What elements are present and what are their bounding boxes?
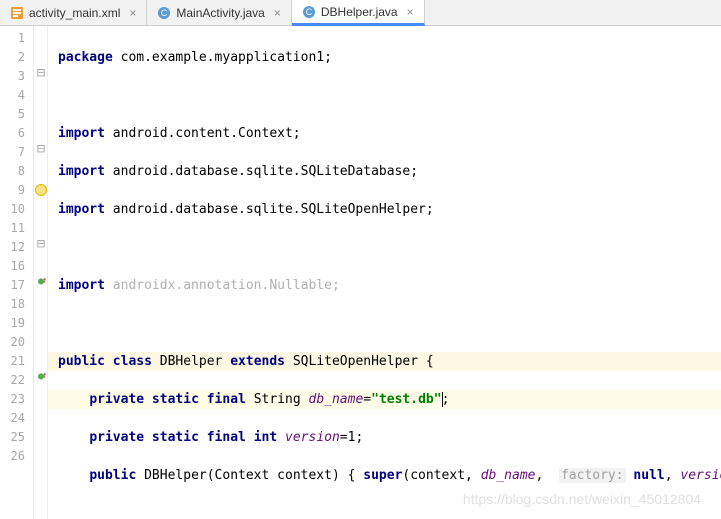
override-icon[interactable]: ●↑ xyxy=(35,276,47,288)
tab-label: DBHelper.java xyxy=(321,5,398,19)
java-class-icon: C xyxy=(157,6,171,20)
close-icon[interactable]: × xyxy=(407,5,414,19)
fold-icon[interactable]: ⊟ xyxy=(35,143,47,155)
tab-label: activity_main.xml xyxy=(29,6,120,20)
svg-text:C: C xyxy=(161,8,168,18)
intention-bulb-icon[interactable] xyxy=(35,184,47,196)
tab-main-activity[interactable]: C MainActivity.java × xyxy=(147,0,292,25)
gutter-markers: ⊟ ⊟ ⊟ ●↑ ●↑ xyxy=(34,26,48,519)
xml-file-icon xyxy=(10,6,24,20)
fold-icon[interactable]: ⊟ xyxy=(35,238,47,250)
editor-tabs: activity_main.xml × C MainActivity.java … xyxy=(0,0,721,26)
override-icon[interactable]: ●↑ xyxy=(35,371,47,383)
tab-label: MainActivity.java xyxy=(176,6,264,20)
svg-text:C: C xyxy=(306,7,313,17)
code-area[interactable]: package com.example.myapplication1; impo… xyxy=(48,26,721,519)
tab-activity-main[interactable]: activity_main.xml × xyxy=(0,0,147,25)
java-class-icon: C xyxy=(302,5,316,19)
fold-icon[interactable]: ⊟ xyxy=(35,67,47,79)
line-number-gutter: 1 2 3 4 5 6 7 8 9 10 11 12 16 17 18 19 2… xyxy=(0,26,34,519)
code-editor[interactable]: 1 2 3 4 5 6 7 8 9 10 11 12 16 17 18 19 2… xyxy=(0,26,721,519)
close-icon[interactable]: × xyxy=(274,6,281,20)
close-icon[interactable]: × xyxy=(129,6,136,20)
tab-dbhelper[interactable]: C DBHelper.java × xyxy=(292,0,425,26)
